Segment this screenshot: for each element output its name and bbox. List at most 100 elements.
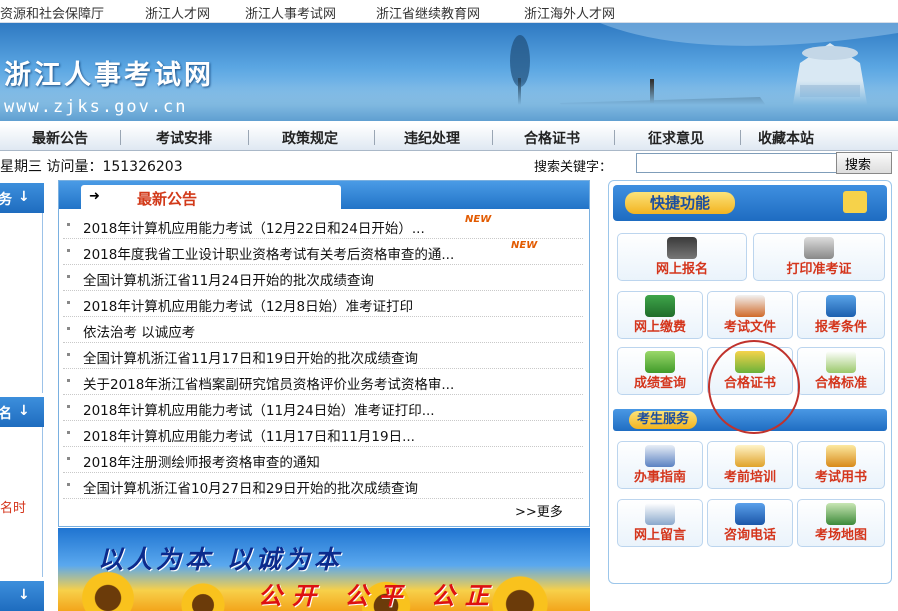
announcement-link[interactable]: 2018年计算机应用能力考试（11月17日和11月19日... — [83, 425, 415, 445]
documents-icon — [735, 295, 765, 317]
announcement-item: 全国计算机浙江省11月17日和19日开始的批次成绩查询 — [63, 343, 583, 369]
top-link-hrss[interactable]: 资源和社会保障厅 — [0, 3, 104, 22]
left-sidebar: 务 ↓ 名 ↓ 名时 ↓ — [0, 183, 44, 611]
tile-eligibility[interactable]: 报考条件 — [797, 291, 885, 339]
user-search-icon — [826, 295, 856, 317]
announcements-header: ➜ 最新公告 — [59, 181, 589, 209]
tile-online-payment[interactable]: 网上缴费 — [617, 291, 703, 339]
status-bar: 星期三 访问量：151326203 搜索关键字： 搜索 — [0, 152, 898, 176]
announcement-link[interactable]: 2018年度我省工业设计职业资格考试有关考后资格审查的通... — [83, 243, 454, 263]
left-note: 名时 — [0, 501, 27, 516]
nav-separator — [614, 130, 615, 145]
announcement-link[interactable]: 关于2018年浙江省档案副研究馆员资格评价业务考试资格审... — [83, 373, 454, 393]
announcement-link[interactable]: 全国计算机浙江省10月27日和29日开始的批次成绩查询 — [83, 477, 418, 497]
top-link-talent[interactable]: 浙江人才网 — [145, 3, 210, 22]
left-tab-register[interactable]: 名 ↓ — [0, 397, 44, 427]
nav-separator — [740, 130, 741, 145]
main-nav: 最新公告 考试安排 政策规定 违纪处理 合格证书 征求意见 收藏本站 — [0, 124, 898, 151]
training-icon — [735, 445, 765, 467]
tile-score-query[interactable]: 成绩查询 — [617, 347, 703, 395]
bullet-icon — [67, 249, 70, 252]
announcement-item: 依法治考 以诚应考 — [63, 317, 583, 343]
search-input[interactable] — [636, 153, 838, 173]
nav-feedback[interactable]: 征求意见 — [648, 128, 704, 148]
tile-print-admission[interactable]: 打印准考证 — [753, 233, 885, 281]
nav-latest[interactable]: 最新公告 — [32, 128, 88, 148]
service-title: 考生服务 — [629, 411, 698, 429]
chevron-down-icon: ↓ — [18, 403, 30, 419]
search-button[interactable]: 搜索 — [836, 152, 892, 174]
announcement-item: 关于2018年浙江省档案副研究馆员资格评价业务考试资格审... — [63, 369, 583, 395]
announcement-list: 2018年计算机应用能力考试（12月22日和24日开始）... NEW 2018年度… — [63, 213, 583, 499]
tile-books[interactable]: 考试用书 — [797, 441, 885, 489]
tile-hotline[interactable]: 咨询电话 — [707, 499, 793, 547]
announcement-link[interactable]: 2018年计算机应用能力考试（12月8日始）准考证打印 — [83, 295, 413, 315]
nav-bookmark[interactable]: 收藏本站 — [758, 128, 814, 148]
help-shield-icon — [735, 503, 765, 525]
nav-separator — [374, 130, 375, 145]
map-icon — [826, 503, 856, 525]
slogan-line-1: 以人为本 以诚为本 — [98, 545, 343, 574]
slogan-banner: 以人为本 以诚为本 公开 公平 公正 — [58, 528, 590, 611]
nav-violation[interactable]: 违纪处理 — [404, 128, 460, 148]
chevron-down-icon: ↓ — [18, 189, 30, 205]
top-link-exam[interactable]: 浙江人事考试网 — [245, 3, 336, 22]
bullet-icon — [67, 483, 70, 486]
bullet-icon — [67, 431, 70, 434]
announcements-panel: ➜ 最新公告 2018年计算机应用能力考试（12月22日和24日开始）... NE… — [58, 180, 590, 527]
announcement-item: 2018年计算机应用能力考试（12月8日始）准考证打印 — [63, 291, 583, 317]
search-label: 搜索关键字： — [534, 160, 613, 175]
left-tab-service[interactable]: 务 ↓ — [0, 183, 44, 213]
announcement-link[interactable]: 2018年注册测绘师报考资格审查的通知 — [83, 451, 320, 471]
bullet-icon — [67, 353, 70, 356]
tile-guide[interactable]: 办事指南 — [617, 441, 703, 489]
magnifier-icon — [645, 351, 675, 373]
announcement-link[interactable]: 依法治考 以诚应考 — [83, 321, 195, 341]
announcement-link[interactable]: 2018年计算机应用能力考试（12月22日和24日开始）... — [83, 217, 425, 237]
nav-certificate[interactable]: 合格证书 — [524, 128, 580, 148]
announcement-item: 2018年度我省工业设计职业资格考试有关考后资格审查的通... NEW — [63, 239, 583, 265]
bullet-icon — [67, 405, 70, 408]
announcements-title: 最新公告 — [137, 190, 198, 208]
payment-icon — [645, 295, 675, 317]
nav-separator — [492, 130, 493, 145]
pen-paper-icon — [826, 351, 856, 373]
left-tab-3[interactable]: ↓ — [0, 581, 44, 611]
nav-policy[interactable]: 政策规定 — [282, 128, 338, 148]
announcement-item: 2018年计算机应用能力考试（12月22日和24日开始）... NEW — [63, 213, 583, 239]
nav-separator — [248, 130, 249, 145]
tile-pass-standard[interactable]: 合格标准 — [797, 347, 885, 395]
laptop-icon — [667, 237, 697, 259]
site-title: 浙江人事考试网 — [4, 60, 214, 91]
announcement-link[interactable]: 2018年计算机应用能力考试（11月24日始）准考证打印... — [83, 399, 435, 419]
bullet-icon — [67, 379, 70, 382]
tile-training[interactable]: 考前培训 — [707, 441, 793, 489]
arrow-right-icon: ➜ — [89, 189, 100, 204]
tile-exam-documents[interactable]: 考试文件 — [707, 291, 793, 339]
top-link-education[interactable]: 浙江省继续教育网 — [376, 3, 480, 22]
announcement-item: 2018年计算机应用能力考试（11月17日和11月19日... — [63, 421, 583, 447]
more-link[interactable]: >>更多 — [515, 501, 563, 520]
top-link-overseas[interactable]: 浙江海外人才网 — [524, 3, 615, 22]
nav-schedule[interactable]: 考试安排 — [156, 128, 212, 148]
announcement-link[interactable]: 全国计算机浙江省11月17日和19日开始的批次成绩查询 — [83, 347, 418, 367]
bullet-icon — [67, 327, 70, 330]
left-panel-1 — [0, 213, 43, 393]
quick-functions-title: 快捷功能 — [625, 192, 735, 214]
new-badge: NEW — [511, 240, 538, 251]
bullet-icon — [67, 457, 70, 460]
printer-icon — [804, 237, 834, 259]
new-badge: NEW — [465, 214, 492, 225]
folder-icon — [843, 191, 867, 213]
announcement-item: 全国计算机浙江省10月27日和29日开始的批次成绩查询 — [63, 473, 583, 499]
nav-separator — [120, 130, 121, 145]
announcement-item: 全国计算机浙江省11月24日开始的批次成绩查询 — [63, 265, 583, 291]
chevron-down-icon: ↓ — [18, 587, 30, 603]
announcement-link[interactable]: 全国计算机浙江省11月24日开始的批次成绩查询 — [83, 269, 374, 289]
tile-venue-map[interactable]: 考场地图 — [797, 499, 885, 547]
books-icon — [826, 445, 856, 467]
tile-message[interactable]: 网上留言 — [617, 499, 703, 547]
tile-online-register[interactable]: 网上报名 — [617, 233, 747, 281]
announcement-item: 2018年计算机应用能力考试（11月24日始）准考证打印... — [63, 395, 583, 421]
announcements-tab[interactable]: ➜ 最新公告 — [81, 185, 341, 209]
